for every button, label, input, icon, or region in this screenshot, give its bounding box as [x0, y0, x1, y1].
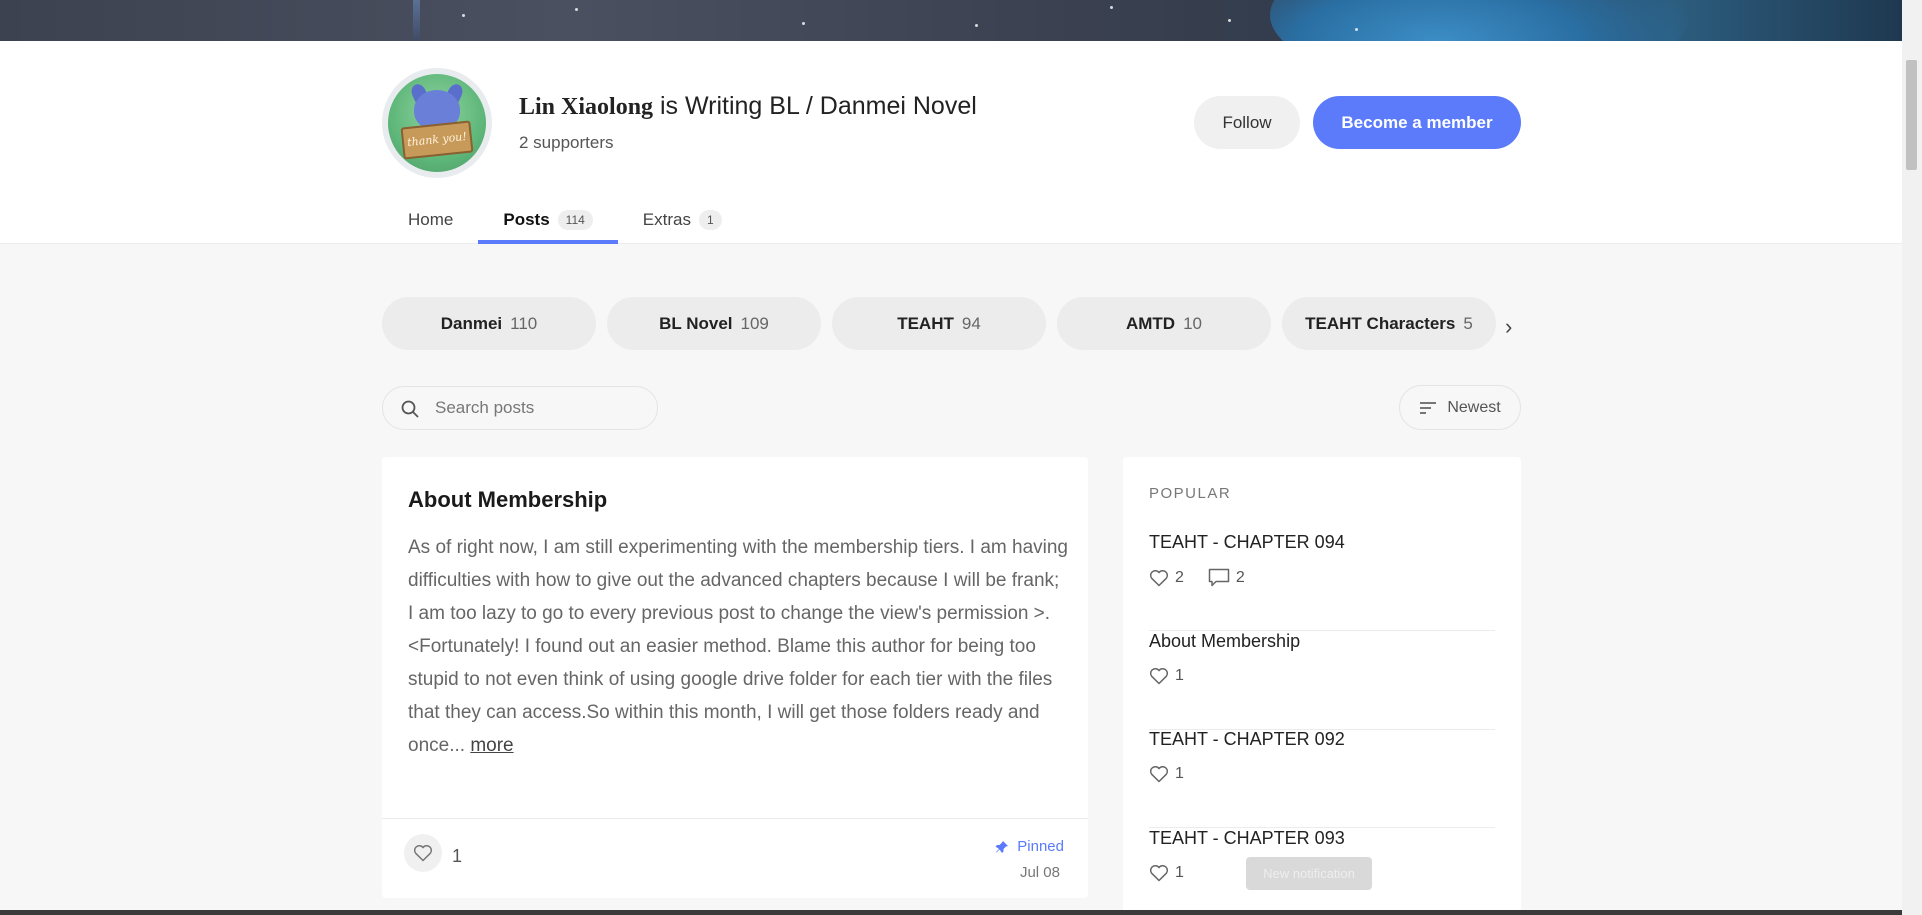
tag-count: 10: [1183, 313, 1203, 333]
banner-star: [462, 14, 465, 17]
avatar[interactable]: thank you!: [382, 68, 492, 178]
popular-heading: POPULAR: [1149, 485, 1232, 502]
tag-count: 94: [961, 313, 981, 333]
tag-count: 109: [740, 313, 769, 333]
heart-icon[interactable]: [1149, 864, 1169, 882]
heart-icon[interactable]: [1149, 667, 1169, 685]
tab-home[interactable]: Home: [383, 196, 478, 244]
tag-label: TEAHT: [897, 313, 954, 333]
creator-name: Lin Xiaolong: [519, 94, 654, 120]
tab-extras[interactable]: Extras 1: [618, 196, 747, 244]
avatar-sign: thank you!: [400, 120, 474, 160]
follow-button[interactable]: Follow: [1194, 96, 1300, 149]
heart-icon[interactable]: [1149, 569, 1169, 587]
tag-count: 5: [1463, 313, 1473, 333]
tag-chip-bl-novel[interactable]: BL Novel 109: [607, 297, 821, 350]
creator-title: Lin Xiaolong is Writing BL / Danmei Nove…: [519, 92, 977, 121]
comment-icon[interactable]: [1208, 568, 1230, 587]
supporters-count: 2 supporters: [519, 133, 614, 152]
heart-icon[interactable]: [1149, 765, 1169, 783]
banner-star: [1110, 6, 1113, 9]
tag-label: AMTD: [1125, 313, 1176, 333]
banner-star: [802, 22, 805, 25]
pinned-badge: Pinned: [995, 838, 1064, 855]
post-excerpt: As of right now, I am still experimentin…: [408, 531, 1068, 762]
like-count: 2: [1175, 568, 1184, 586]
avatar-image: thank you!: [388, 74, 486, 172]
tag-label: TEAHT Characters: [1305, 313, 1456, 333]
tag-label: Danmei: [440, 313, 503, 333]
post-card: About Membership As of right now, I am s…: [382, 457, 1088, 898]
popular-item: TEAHT - CHAPTER 094 2 2: [1149, 532, 1495, 631]
post-body-text: As of right now, I am still experimentin…: [408, 537, 1068, 756]
like-count: 1: [1175, 864, 1184, 881]
tag-chip-danmei[interactable]: Danmei 110: [382, 297, 596, 350]
tab-label: Home: [408, 210, 454, 229]
like-count: 1: [1175, 765, 1184, 782]
tag-label: BL Novel: [659, 313, 733, 333]
creator-tabs: Home Posts 114 Extras 1: [383, 196, 747, 244]
page-bottom-edge: [0, 910, 1902, 915]
popular-item-title[interactable]: TEAHT - CHAPTER 094: [1149, 532, 1345, 553]
popular-item-stats: 2 2: [1149, 568, 1245, 587]
divider: [382, 818, 1088, 819]
popular-item: TEAHT - CHAPTER 092 1: [1149, 729, 1495, 828]
post-title[interactable]: About Membership: [408, 487, 607, 513]
tag-chip-teaht-characters[interactable]: TEAHT Characters 5: [1282, 297, 1496, 350]
notification-toast[interactable]: New notification: [1246, 857, 1372, 890]
post-date: Jul 08: [1019, 864, 1060, 881]
popular-panel: POPULAR TEAHT - CHAPTER 094 2 2 About Me…: [1123, 457, 1521, 915]
popular-item-title[interactable]: About Membership: [1149, 631, 1300, 652]
creator-tagline: is Writing BL / Danmei Novel: [660, 92, 977, 120]
pin-icon: [995, 840, 1009, 853]
sort-button[interactable]: Newest: [1399, 385, 1521, 430]
popular-item-stats: 1: [1149, 667, 1184, 685]
tab-posts[interactable]: Posts 114: [478, 196, 619, 244]
banner-star: [1355, 28, 1358, 31]
pinned-label: Pinned: [1017, 838, 1064, 855]
popular-item-stats: 1: [1149, 765, 1184, 783]
tab-count: 1: [698, 210, 722, 230]
like-count: 1: [1175, 667, 1184, 684]
cover-banner: [0, 0, 1902, 41]
vertical-scrollbar[interactable]: [1902, 0, 1922, 915]
banner-artwork: [1270, 0, 1690, 41]
become-member-button[interactable]: Become a member: [1313, 96, 1521, 149]
tab-count: 114: [557, 210, 593, 230]
search-posts: [382, 386, 658, 430]
popular-item: About Membership 1: [1149, 631, 1495, 730]
chevron-right-icon[interactable]: ›: [1505, 314, 1512, 340]
creator-header: [0, 41, 1902, 244]
tag-filter-bar: Danmei 110 BL Novel 109 TEAHT 94 AMTD 10…: [382, 297, 1496, 350]
tag-count: 110: [510, 313, 538, 333]
banner-streak: [413, 0, 420, 41]
search-icon: [401, 400, 419, 418]
read-more-link[interactable]: more: [470, 735, 513, 756]
popular-item-stats: 1: [1149, 864, 1184, 882]
banner-star: [1228, 19, 1231, 22]
sort-icon: [1420, 401, 1437, 414]
tag-chip-amtd[interactable]: AMTD 10: [1057, 297, 1271, 350]
banner-star: [975, 24, 978, 27]
sort-label: Newest: [1447, 398, 1501, 416]
tag-chip-teaht[interactable]: TEAHT 94: [832, 297, 1046, 350]
banner-star: [575, 8, 578, 11]
popular-item-title[interactable]: TEAHT - CHAPTER 093: [1149, 828, 1345, 849]
tab-label: Posts: [503, 210, 550, 229]
scrollbar-thumb[interactable]: [1906, 60, 1917, 170]
comment-count: 2: [1235, 568, 1245, 586]
popular-item-title[interactable]: TEAHT - CHAPTER 092: [1149, 729, 1345, 750]
search-input[interactable]: [435, 387, 645, 429]
like-count: 1: [452, 846, 463, 866]
like-button[interactable]: [404, 834, 442, 872]
heart-icon: [413, 845, 433, 862]
tab-label: Extras: [642, 210, 691, 229]
